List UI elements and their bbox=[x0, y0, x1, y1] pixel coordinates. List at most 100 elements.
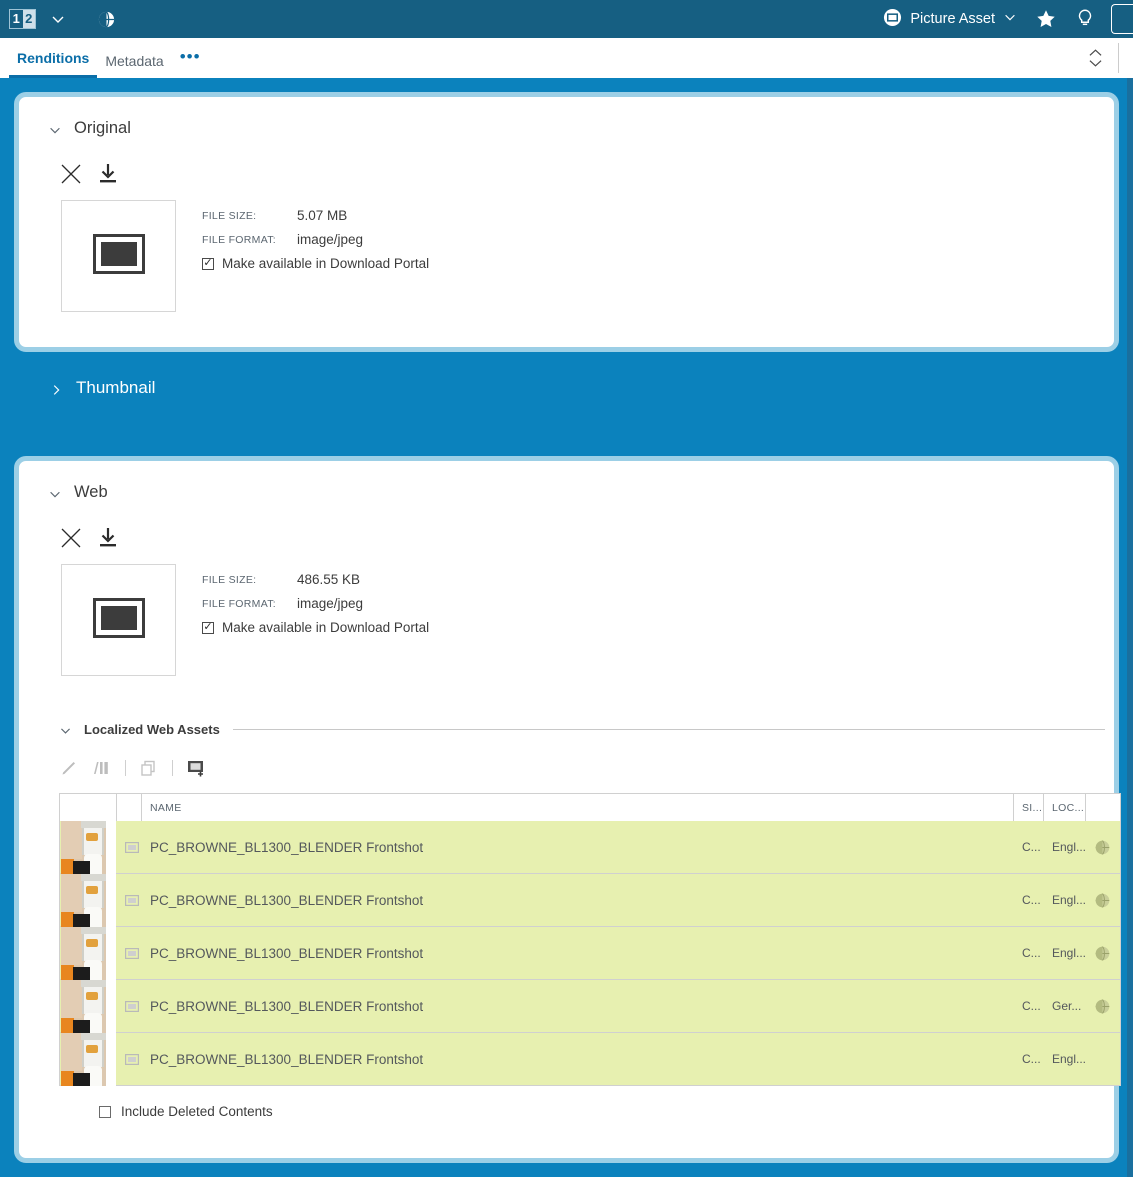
web-rendition-toolbar bbox=[19, 502, 1114, 550]
tab-bar: Renditions Metadata ••• bbox=[0, 38, 1133, 78]
include-deleted-label: Include Deleted Contents bbox=[121, 1104, 273, 1119]
application-bar: 1 2 Picture Asset bbox=[0, 0, 1133, 38]
toolbar-divider bbox=[1118, 43, 1119, 73]
asset-type-selector[interactable]: Picture Asset bbox=[883, 8, 1017, 31]
blender-product-thumb bbox=[61, 1033, 116, 1086]
download-icon[interactable] bbox=[97, 162, 119, 186]
picture-icon bbox=[117, 1033, 142, 1085]
picture-placeholder-icon bbox=[92, 233, 145, 279]
star-icon[interactable] bbox=[1035, 8, 1057, 30]
picture-icon bbox=[117, 980, 142, 1032]
globe-icon[interactable] bbox=[97, 10, 116, 29]
row-locale: Engl... bbox=[1052, 946, 1087, 960]
web-download-portal-checkbox[interactable]: ✓ bbox=[202, 621, 214, 634]
row-locale: Engl... bbox=[1052, 840, 1087, 854]
original-download-portal-row[interactable]: ✓ Make available in Download Portal bbox=[202, 256, 429, 271]
appbar-right-group: Picture Asset bbox=[883, 0, 1133, 38]
original-download-portal-label: Make available in Download Portal bbox=[222, 256, 430, 271]
row-size: C... bbox=[1022, 946, 1041, 960]
table-row[interactable]: PC_BROWNE_BL1300_BLENDER Frontshot C... En… bbox=[60, 821, 1120, 874]
compare-columns-icon[interactable] bbox=[90, 758, 112, 778]
web-file-size-row: FILE SIZE: 486.55 KB bbox=[202, 572, 429, 587]
original-file-size-value: 5.07 MB bbox=[297, 208, 348, 223]
row-name: PC_BROWNE_BL1300_BLENDER Frontshot bbox=[150, 945, 424, 961]
globe-icon[interactable] bbox=[1086, 821, 1120, 873]
table-row[interactable]: PC_BROWNE_BL1300_BLENDER Frontshot C... En… bbox=[60, 1033, 1120, 1086]
chevron-down-icon[interactable] bbox=[49, 10, 67, 28]
original-file-format-value: image/jpeg bbox=[297, 232, 364, 247]
rendition-section-thumbnail[interactable]: Thumbnail bbox=[14, 368, 1119, 408]
chevron-up-down-icon[interactable] bbox=[1082, 49, 1108, 67]
original-section-header[interactable]: Original bbox=[19, 97, 1114, 138]
app-logo-second: 2 bbox=[22, 10, 35, 28]
blender-product-thumb bbox=[61, 821, 116, 874]
edit-pencil-icon[interactable] bbox=[59, 758, 79, 778]
column-header-type[interactable] bbox=[117, 794, 142, 821]
row-size: C... bbox=[1022, 840, 1041, 854]
table-row[interactable]: PC_BROWNE_BL1300_BLENDER Frontshot C... En… bbox=[60, 927, 1120, 980]
chevron-down-icon[interactable] bbox=[48, 487, 60, 499]
row-thumbnail bbox=[60, 874, 117, 927]
blender-product-thumb bbox=[61, 874, 116, 927]
toolbar-divider bbox=[172, 760, 173, 776]
table-body: PC_BROWNE_BL1300_BLENDER Frontshot C... En… bbox=[60, 821, 1120, 1086]
table-row[interactable]: PC_BROWNE_BL1300_BLENDER Frontshot C... Ge… bbox=[60, 980, 1120, 1033]
copy-icon[interactable] bbox=[139, 758, 159, 778]
app-logo-first: 1 bbox=[10, 10, 23, 28]
picture-placeholder-icon bbox=[92, 597, 145, 643]
lightbulb-icon[interactable] bbox=[1075, 8, 1095, 30]
row-locale: Engl... bbox=[1052, 893, 1087, 907]
include-deleted-contents-row[interactable]: Include Deleted Contents bbox=[59, 1086, 1114, 1119]
original-file-size-row: FILE SIZE: 5.07 MB bbox=[202, 208, 429, 223]
section-divider bbox=[232, 729, 1105, 730]
column-header-name[interactable]: NAME bbox=[142, 794, 1014, 821]
tab-renditions[interactable]: Renditions bbox=[9, 50, 98, 78]
original-metadata: FILE SIZE: 5.07 MB FILE FORMAT: image/jp… bbox=[176, 200, 429, 312]
table-row[interactable]: PC_BROWNE_BL1300_BLENDER Frontshot C... En… bbox=[60, 874, 1120, 927]
include-deleted-checkbox[interactable] bbox=[99, 1105, 111, 1118]
original-preview-thumbnail[interactable] bbox=[61, 200, 176, 312]
download-icon[interactable] bbox=[97, 526, 119, 550]
original-file-format-row: FILE FORMAT: image/jpeg bbox=[202, 232, 429, 247]
original-download-portal-checkbox[interactable]: ✓ bbox=[202, 257, 214, 270]
globe-icon[interactable] bbox=[1086, 927, 1120, 979]
tab-metadata[interactable]: Metadata bbox=[97, 53, 171, 78]
column-header-locale[interactable]: LOC... bbox=[1044, 794, 1086, 821]
row-name: PC_BROWNE_BL1300_BLENDER Frontshot bbox=[150, 1051, 424, 1067]
original-rendition-body: FILE SIZE: 5.07 MB FILE FORMAT: image/jp… bbox=[19, 186, 1114, 312]
web-preview-thumbnail[interactable] bbox=[61, 564, 176, 676]
globe-icon[interactable] bbox=[1086, 1033, 1120, 1085]
row-thumbnail bbox=[60, 980, 117, 1033]
web-file-format-value: image/jpeg bbox=[297, 596, 364, 611]
picture-icon bbox=[117, 874, 142, 926]
rendition-panel-web: Web FILE SIZE: 486.55 KB FILE FORMAT: im… bbox=[14, 456, 1121, 1163]
vertical-scrollbar[interactable] bbox=[1127, 78, 1133, 1177]
column-header-globe[interactable] bbox=[1086, 794, 1120, 821]
app-logo[interactable]: 1 2 bbox=[9, 9, 36, 29]
web-metadata: FILE SIZE: 486.55 KB FILE FORMAT: image/… bbox=[176, 564, 429, 676]
web-section-header[interactable]: Web bbox=[19, 461, 1114, 502]
close-x-icon[interactable] bbox=[59, 526, 83, 550]
picture-icon bbox=[117, 821, 142, 873]
row-name: PC_BROWNE_BL1300_BLENDER Frontshot bbox=[150, 839, 424, 855]
tab-list: Renditions Metadata ••• bbox=[0, 38, 209, 78]
add-image-icon[interactable] bbox=[186, 758, 208, 778]
original-file-size-label: FILE SIZE: bbox=[202, 210, 257, 222]
tab-overflow-button[interactable]: ••• bbox=[172, 47, 209, 78]
column-header-size[interactable]: SI... bbox=[1014, 794, 1044, 821]
column-header-thumbnail[interactable] bbox=[60, 794, 117, 821]
thumbnail-section-title: Thumbnail bbox=[76, 378, 156, 397]
row-size: C... bbox=[1022, 893, 1041, 907]
localized-web-assets-header[interactable]: Localized Web Assets bbox=[59, 722, 1105, 737]
close-x-icon[interactable] bbox=[59, 162, 83, 186]
globe-icon[interactable] bbox=[1086, 980, 1120, 1032]
globe-icon[interactable] bbox=[1086, 874, 1120, 926]
web-download-portal-row[interactable]: ✓ Make available in Download Portal bbox=[202, 620, 429, 635]
chevron-down-icon[interactable] bbox=[1003, 10, 1017, 28]
chevron-down-icon[interactable] bbox=[59, 724, 71, 736]
web-file-size-label: FILE SIZE: bbox=[202, 574, 257, 586]
chevron-right-icon[interactable] bbox=[49, 382, 61, 395]
web-rendition-body: FILE SIZE: 486.55 KB FILE FORMAT: image/… bbox=[19, 550, 1114, 676]
side-panel-toggle[interactable] bbox=[1111, 4, 1133, 34]
chevron-down-icon[interactable] bbox=[48, 123, 60, 135]
